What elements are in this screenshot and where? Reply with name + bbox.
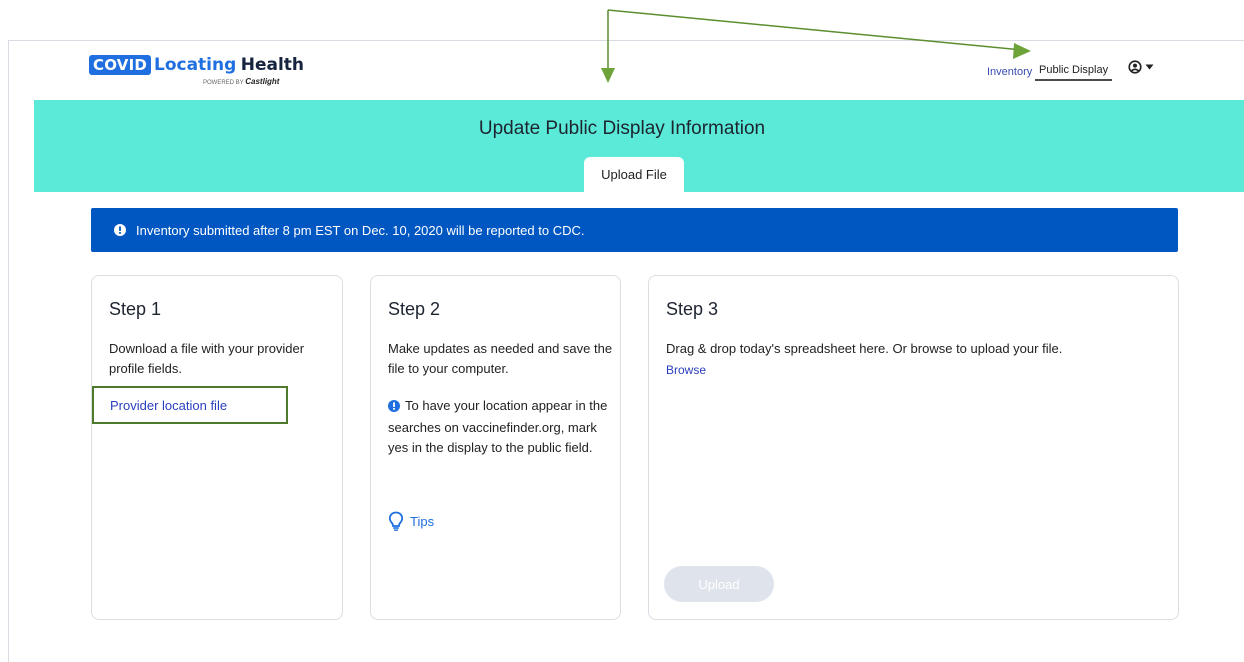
- step1-card: Step 1 Download a file with your provide…: [91, 275, 343, 620]
- logo-powered-text: POWERED BY: [203, 80, 244, 86]
- page-title: Update Public Display Information: [478, 118, 766, 139]
- tips-label: Tips: [410, 513, 435, 529]
- step2-note: To have your location appear in the sear…: [388, 396, 618, 458]
- step3-title: Step 3: [666, 299, 719, 319]
- user-menu-button[interactable]: [1128, 60, 1154, 74]
- logo-covid-badge: COVID: [89, 55, 151, 75]
- logo-brand-text: Castlight: [245, 77, 280, 86]
- logo-powered-by: POWERED BY Castlight: [203, 77, 279, 86]
- step1-title: Step 1: [109, 299, 162, 319]
- provider-location-file-link[interactable]: Provider location file: [92, 386, 288, 424]
- alert-text: Inventory submitted after 8 pm EST on De…: [136, 222, 585, 238]
- upload-button[interactable]: Upload: [664, 566, 774, 602]
- caret-down-icon: [1145, 64, 1154, 70]
- step3-description: Drag & drop today's spreadsheet here. Or…: [666, 341, 1063, 356]
- lightbulb-icon: [388, 511, 404, 531]
- nav-public-display-link[interactable]: Public Display: [1035, 64, 1113, 81]
- nav-inventory-link[interactable]: Inventory: [987, 66, 1032, 78]
- tips-link[interactable]: Tips: [388, 511, 434, 531]
- logo-locating-text: Locating: [154, 55, 237, 75]
- step3-dropzone-card[interactable]: Step 3 Drag & drop today's spreadsheet h…: [648, 275, 1179, 620]
- exclamation-circle-icon: [114, 224, 126, 236]
- step2-card: Step 2 Make updates as needed and save t…: [370, 275, 621, 620]
- step2-title: Step 2: [388, 299, 441, 319]
- info-alert-bar: Inventory submitted after 8 pm EST on De…: [91, 208, 1178, 252]
- tab-upload-file[interactable]: Upload File: [584, 157, 684, 192]
- step1-description: Download a file with your provider profi…: [109, 341, 305, 376]
- step2-note-text: To have your location appear in the sear…: [388, 398, 608, 455]
- user-circle-icon: [1128, 60, 1142, 74]
- logo-health-text: Health: [240, 55, 305, 75]
- browse-link[interactable]: Browse: [666, 363, 706, 377]
- step2-description: Make updates as needed and save the file…: [388, 341, 613, 376]
- info-circle-icon: [388, 398, 400, 418]
- app-logo[interactable]: COVID Locating Health POWERED BY Castligh…: [89, 55, 305, 86]
